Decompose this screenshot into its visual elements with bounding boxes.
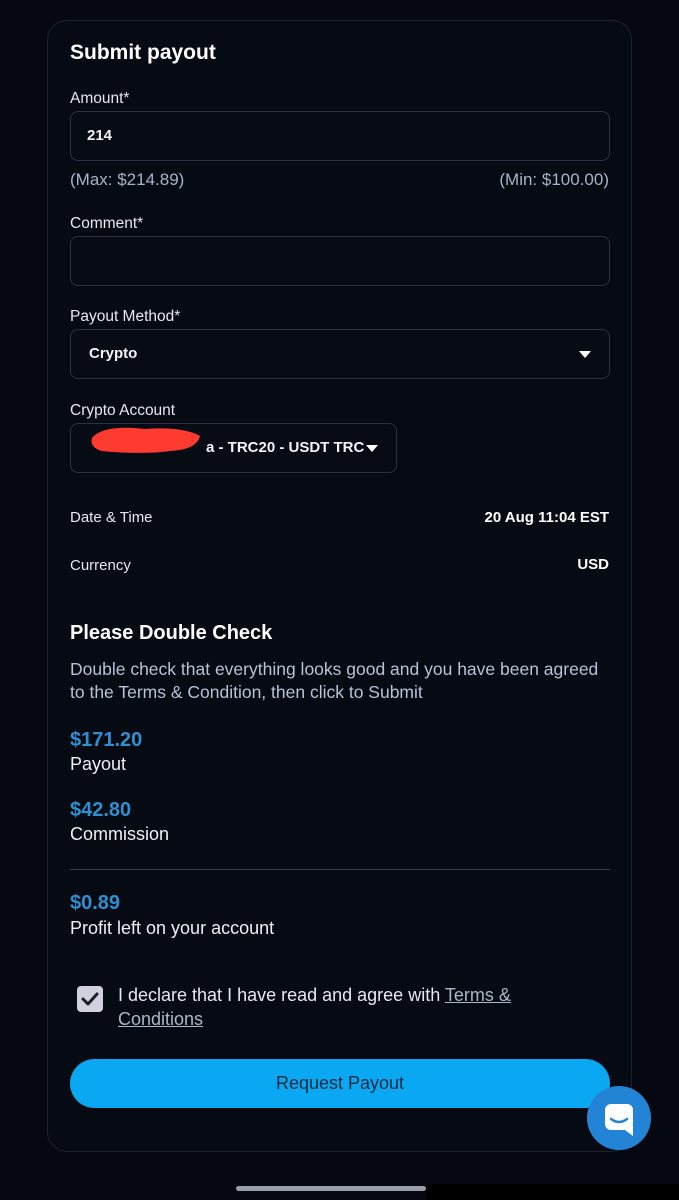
comment-input[interactable]: [70, 236, 610, 286]
bottom-strip: [426, 1184, 679, 1200]
payout-method-value: Crypto: [89, 345, 138, 362]
amount-label: Amount*: [70, 90, 130, 107]
chat-bubble-icon: [605, 1104, 633, 1136]
datetime-value: 20 Aug 11:04 EST: [484, 509, 610, 526]
page-title: Submit payout: [70, 41, 216, 64]
request-payout-button[interactable]: Request Payout: [70, 1059, 610, 1108]
divider: [70, 869, 610, 870]
payout-method-select[interactable]: Crypto: [70, 329, 610, 379]
profit-amount: $0.89: [70, 892, 121, 914]
min-hint: (Min: $100.00): [499, 170, 609, 189]
payout-amount-label: Payout: [70, 754, 127, 774]
double-check-description: Double check that everything looks good …: [70, 659, 599, 702]
chat-button[interactable]: [587, 1086, 651, 1150]
double-check-title: Please Double Check: [70, 622, 273, 644]
terms-checkbox[interactable]: [77, 986, 103, 1012]
currency-value: USD: [577, 556, 609, 573]
commission-amount-label: Commission: [70, 824, 170, 844]
payout-method-label: Payout Method*: [70, 308, 181, 325]
currency-label: Currency: [70, 557, 131, 574]
terms-agreement: I declare that I have read and agree wit…: [118, 983, 568, 1031]
redaction-mark: [91, 427, 200, 453]
payout-amount: $171.20: [70, 729, 143, 751]
crypto-account-value: a - TRC20 - USDT TRC: [206, 439, 365, 456]
profit-amount-label: Profit left on your account: [70, 918, 275, 938]
chevron-down-icon: [366, 445, 378, 452]
home-indicator: [236, 1186, 426, 1191]
amount-value: 214: [87, 127, 113, 144]
crypto-account-label: Crypto Account: [70, 402, 176, 419]
commission-amount: $42.80: [70, 799, 132, 821]
chevron-down-icon: [579, 351, 591, 358]
terms-agreement-text: I declare that I have read and agree wit…: [118, 985, 445, 1005]
amount-input[interactable]: 214: [70, 111, 610, 161]
datetime-label: Date & Time: [70, 509, 153, 526]
comment-label: Comment*: [70, 215, 144, 232]
checkmark-icon: [81, 992, 99, 1006]
max-hint: (Max: $214.89): [70, 170, 185, 189]
